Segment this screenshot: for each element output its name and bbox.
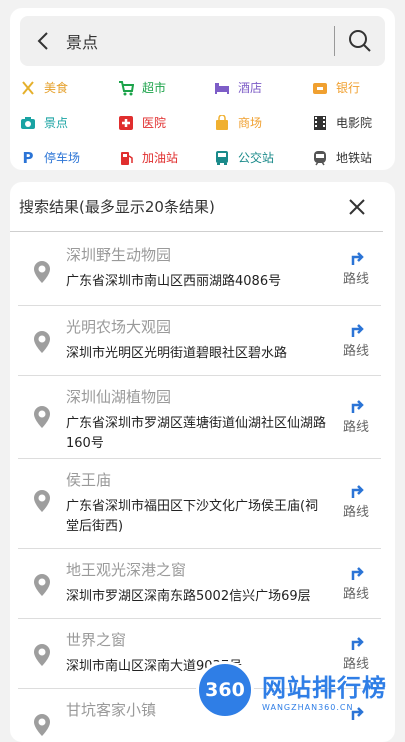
bed-icon	[214, 80, 230, 96]
category-mall[interactable]: 商场	[214, 105, 312, 140]
place-address: 深圳市光明区光明街道碧眼社区碧水路	[66, 346, 288, 361]
film-icon	[312, 115, 328, 131]
results-title: 搜索结果(最多显示20条结果)	[19, 198, 215, 216]
category-gas-station[interactable]: 加油站	[118, 140, 214, 175]
category-grid: 美食 超市 酒店 银行 景点 医院 商场 电影院 P 停车场 加油站 公交站 地…	[20, 70, 390, 175]
route-label: 路线	[342, 587, 369, 602]
location-pin-icon	[34, 574, 50, 596]
watermark-title: 网站排行榜	[262, 674, 387, 702]
category-label: 医院	[142, 116, 167, 130]
list-item[interactable]: 深圳仙湖植物园 广东省深圳市罗湖区莲塘街道仙湖社区仙湖路160号 路线	[18, 376, 381, 459]
search-icon	[349, 30, 371, 52]
route-arrow-icon	[351, 252, 364, 265]
chevron-left-icon	[37, 32, 48, 50]
shopping-bag-icon	[214, 114, 230, 131]
watermark-badge: 360	[196, 661, 254, 719]
back-button[interactable]	[20, 16, 66, 66]
route-label: 路线	[342, 505, 369, 520]
category-food[interactable]: 美食	[20, 70, 118, 105]
close-icon	[349, 198, 365, 215]
bus-icon	[214, 150, 230, 166]
category-supermarket[interactable]: 超市	[118, 70, 214, 105]
category-scenic[interactable]: 景点	[20, 105, 118, 140]
location-pin-icon	[34, 644, 50, 666]
category-label: 景点	[44, 116, 69, 130]
category-bank[interactable]: 银行	[312, 70, 390, 105]
route-arrow-icon	[351, 324, 364, 337]
watermark-subtitle: WANGZHAN360.CN	[262, 703, 354, 712]
camera-icon	[20, 115, 36, 131]
category-label: 电影院	[336, 116, 373, 130]
category-hotel[interactable]: 酒店	[214, 70, 312, 105]
category-hospital[interactable]: 医院	[118, 105, 214, 140]
search-button[interactable]	[335, 16, 385, 66]
category-metro[interactable]: 地铁站	[312, 140, 390, 175]
route-button[interactable]: 路线	[339, 563, 373, 602]
hospital-cross-icon	[118, 115, 134, 131]
results-panel: 搜索结果(最多显示20条结果) 深圳野生动物园 广东省深圳市南山区西丽湖路408…	[10, 182, 395, 742]
place-address: 深圳市罗湖区深南东路5002信兴广场69层	[66, 589, 311, 604]
place-name: 侯王庙	[66, 471, 112, 489]
place-name: 深圳野生动物园	[66, 246, 172, 264]
cart-icon	[118, 80, 134, 96]
place-name: 世界之窗	[66, 631, 127, 649]
list-item[interactable]: 侯王庙 广东省深圳市福田区下沙文化广场侯王庙(祠堂后街西) 路线	[18, 459, 381, 549]
category-label: 银行	[336, 81, 361, 95]
location-pin-icon	[34, 331, 50, 353]
route-arrow-icon	[351, 400, 364, 413]
route-arrow-icon	[351, 567, 364, 580]
route-arrow-icon	[351, 637, 364, 650]
route-label: 路线	[342, 272, 369, 287]
category-parking[interactable]: P 停车场	[20, 140, 118, 175]
parking-icon: P	[22, 148, 34, 167]
place-address: 广东省深圳市福田区下沙文化广场侯王庙(祠堂后街西)	[66, 499, 319, 534]
category-bus-stop[interactable]: 公交站	[214, 140, 312, 175]
route-button[interactable]: 路线	[339, 320, 373, 359]
route-button[interactable]: 路线	[339, 481, 373, 520]
bank-icon	[312, 80, 328, 96]
place-name: 光明农场大观园	[66, 318, 172, 336]
list-item[interactable]: 深圳野生动物园 广东省深圳市南山区西丽湖路4086号 路线	[18, 234, 381, 306]
location-pin-icon	[34, 714, 50, 736]
fork-knife-icon	[20, 80, 36, 96]
close-button[interactable]	[345, 195, 369, 219]
category-label: 酒店	[238, 81, 263, 95]
location-pin-icon	[34, 261, 50, 283]
category-label: 加油站	[142, 151, 179, 165]
location-pin-icon	[34, 406, 50, 428]
category-label: 停车场	[44, 151, 81, 165]
category-label: 超市	[142, 81, 167, 95]
route-label: 路线	[342, 420, 369, 435]
place-address: 广东省深圳市罗湖区莲塘街道仙湖社区仙湖路160号	[66, 416, 327, 451]
place-address: 广东省深圳市南山区西丽湖路4086号	[66, 274, 282, 289]
search-panel: 景点 美食 超市 酒店 银行 景点 医院 商场 电影院 P 停车场 加油站 公交…	[10, 8, 395, 170]
list-item[interactable]: 地王观光深港之窗 深圳市罗湖区深南东路5002信兴广场69层 路线	[18, 549, 381, 619]
location-pin-icon	[34, 490, 50, 512]
list-item[interactable]: 光明农场大观园 深圳市光明区光明街道碧眼社区碧水路 路线	[18, 306, 381, 376]
category-label: 公交站	[238, 151, 275, 165]
watermark-text: 网站排行榜 WANGZHAN360.CN	[262, 668, 387, 712]
search-bar: 景点	[20, 16, 385, 66]
gas-pump-icon	[118, 150, 134, 166]
category-label: 商场	[238, 116, 263, 130]
place-name: 深圳仙湖植物园	[66, 388, 172, 406]
category-label: 美食	[44, 81, 69, 95]
route-button[interactable]: 路线	[339, 248, 373, 287]
route-label: 路线	[342, 344, 369, 359]
results-header: 搜索结果(最多显示20条结果)	[10, 182, 383, 232]
search-input[interactable]: 景点	[66, 29, 334, 53]
category-label: 地铁站	[336, 151, 373, 165]
place-name: 地王观光深港之窗	[66, 561, 187, 579]
watermark-logo: 360 网站排行榜 WANGZHAN360.CN	[196, 660, 405, 720]
route-button[interactable]: 路线	[339, 396, 373, 435]
metro-icon	[312, 150, 328, 166]
category-cinema[interactable]: 电影院	[312, 105, 390, 140]
route-arrow-icon	[351, 485, 364, 498]
